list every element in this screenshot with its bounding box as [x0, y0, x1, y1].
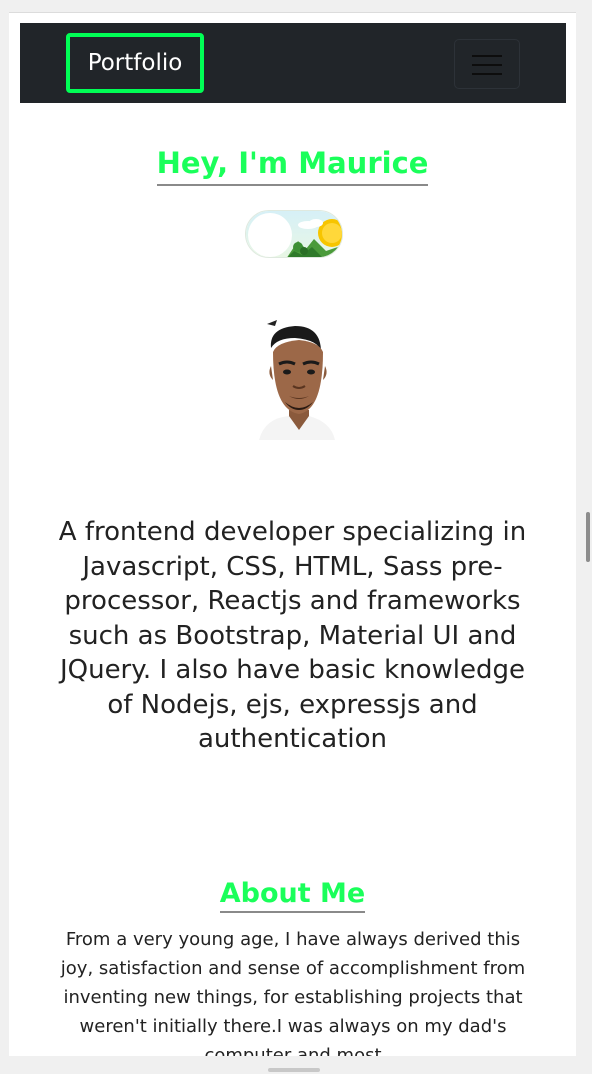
avatar-illustration — [259, 320, 335, 440]
hero-heading-wrap: Hey, I'm Maurice — [9, 143, 576, 186]
about-text: From a very young age, I have always der… — [60, 929, 526, 1056]
about-title: About Me — [219, 878, 366, 913]
theme-toggle[interactable] — [245, 210, 343, 258]
scrollbar-thumb[interactable] — [586, 512, 590, 562]
day-mode-toggle-icon — [246, 211, 342, 257]
bottom-handle[interactable] — [268, 1068, 320, 1072]
brand-link[interactable]: Portfolio — [66, 33, 204, 93]
hero-title: Hey, I'm Maurice — [156, 146, 429, 186]
navbar-toggler-button[interactable] — [454, 39, 520, 89]
about-heading-wrap: About Me — [9, 878, 576, 913]
avatar — [259, 318, 339, 440]
intro-text: A frontend developer specializing in Jav… — [58, 517, 527, 754]
navbar: Portfolio — [20, 23, 566, 103]
page-viewport: Portfolio Hey, I'm Maurice A frontend de… — [9, 12, 576, 1056]
